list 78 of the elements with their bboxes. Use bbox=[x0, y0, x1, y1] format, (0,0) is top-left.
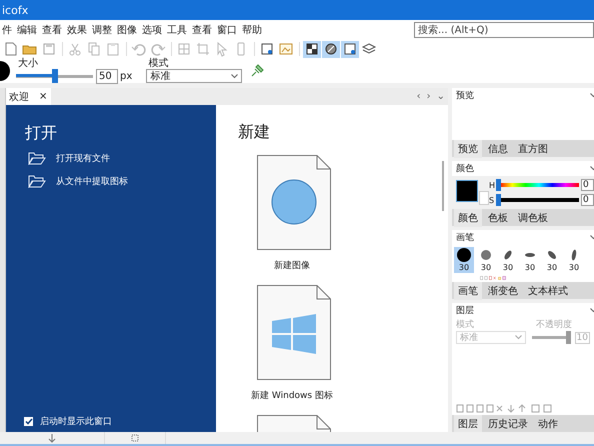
size-label: 大小 bbox=[18, 58, 39, 68]
brush-preset[interactable]: 30 bbox=[476, 247, 496, 273]
window-title: icofx bbox=[2, 4, 28, 16]
panel-title: 图层 bbox=[456, 305, 474, 317]
mode-dropdown[interactable]: 标准 bbox=[146, 69, 242, 83]
close-button[interactable]: × bbox=[39, 91, 48, 102]
panel-tab[interactable]: 颜色 bbox=[454, 208, 482, 226]
nav-button[interactable]: ‹ bbox=[414, 88, 424, 105]
brush-preset[interactable]: 30 bbox=[542, 247, 562, 273]
menu-item[interactable]: 查看 bbox=[40, 23, 64, 37]
scrollbar-thumb[interactable] bbox=[442, 161, 444, 211]
template-label: 新建 Windows 图标 bbox=[251, 390, 333, 402]
menu-item[interactable]: 调整 bbox=[90, 23, 114, 37]
mode-label: 模式 bbox=[456, 318, 475, 331]
open-link[interactable]: 打开现有文件 bbox=[28, 152, 110, 165]
size-field[interactable]: 50 bbox=[96, 68, 118, 84]
frame-icon[interactable] bbox=[341, 40, 359, 58]
panel-tab[interactable]: 预览 bbox=[454, 140, 482, 158]
unit-label: px bbox=[120, 70, 132, 82]
menu-item[interactable]: 效果 bbox=[65, 23, 89, 37]
menu-item[interactable]: 选项 bbox=[140, 23, 164, 37]
slider-thumb[interactable] bbox=[52, 69, 58, 83]
open-link[interactable]: 从文件中提取图标 bbox=[28, 175, 128, 188]
color-swatch[interactable] bbox=[456, 180, 478, 202]
open-heading: 打开 bbox=[25, 123, 58, 144]
document-tab[interactable]: 欢迎 × bbox=[6, 88, 52, 105]
caret-icon bbox=[515, 335, 522, 340]
panel-tab[interactable]: 渐变色 bbox=[484, 282, 522, 300]
brush-tip-icon bbox=[456, 247, 472, 263]
panel-tab[interactable]: 信息 bbox=[484, 140, 512, 158]
menu-item[interactable]: 件 bbox=[0, 23, 14, 37]
menu-item[interactable]: 编辑 bbox=[15, 23, 39, 37]
value-field[interactable]: 0 bbox=[581, 194, 594, 206]
slider-thumb[interactable] bbox=[496, 179, 501, 191]
channel-label: S bbox=[489, 196, 496, 204]
panel-tab[interactable]: 色板 bbox=[484, 208, 512, 226]
background-swatch[interactable] bbox=[479, 190, 489, 204]
panel-tab[interactable]: 调色板 bbox=[514, 208, 552, 226]
brush-preset[interactable]: 30 bbox=[520, 247, 540, 273]
checkbox-label: 启动时显示此窗口 bbox=[40, 416, 112, 428]
template-option[interactable]: 新建 Windows 图标 bbox=[237, 285, 347, 415]
panel-tab[interactable]: 画笔 bbox=[454, 282, 482, 300]
template-label: 新建图像 bbox=[274, 260, 310, 272]
template-option[interactable]: 新建图像 bbox=[237, 155, 347, 285]
menu-item[interactable]: 窗口 bbox=[215, 23, 239, 37]
brush-icon[interactable] bbox=[322, 40, 340, 58]
selection-icon bbox=[131, 434, 139, 442]
slider-thumb[interactable] bbox=[496, 194, 501, 206]
panel-title: 预览 bbox=[456, 90, 474, 102]
panel-title: 颜色 bbox=[456, 162, 474, 175]
panel-tab[interactable]: 文本样式 bbox=[524, 282, 572, 300]
panel-title: 画笔 bbox=[456, 232, 474, 244]
checkbox[interactable] bbox=[24, 417, 33, 426]
menu-item[interactable]: 帮助 bbox=[240, 23, 264, 37]
document-icon bbox=[257, 155, 331, 250]
document-icon bbox=[257, 285, 331, 380]
new-heading: 新建 bbox=[238, 122, 271, 143]
menu-item[interactable]: 工具 bbox=[165, 23, 189, 37]
pin-icon[interactable] bbox=[250, 64, 264, 78]
checker-icon[interactable] bbox=[303, 40, 321, 58]
nav-button[interactable]: ⌄ bbox=[434, 88, 448, 105]
menu-item[interactable]: 查看 bbox=[190, 23, 214, 37]
menu-item[interactable]: 图像 bbox=[115, 23, 139, 37]
brush-preset[interactable]: 30 bbox=[498, 247, 518, 273]
channel-label: H bbox=[489, 180, 496, 190]
crop-icon[interactable] bbox=[194, 40, 212, 58]
opacity-label: 不透明度 bbox=[536, 318, 572, 331]
folder-icon bbox=[28, 152, 46, 165]
brush-preset[interactable]: 30 bbox=[564, 247, 584, 273]
brush-tip-icon bbox=[478, 247, 494, 263]
caret-icon bbox=[231, 74, 238, 78]
panel-tab[interactable]: 直方图 bbox=[514, 140, 552, 158]
value-field[interactable]: 0 bbox=[581, 179, 594, 191]
search-field[interactable]: 搜索... (Alt+Q) bbox=[414, 22, 594, 38]
brush-preset[interactable]: 30 bbox=[454, 247, 474, 273]
mode-label: 模式 bbox=[148, 58, 170, 69]
nav-button[interactable]: › bbox=[424, 88, 434, 105]
folder-icon bbox=[28, 175, 46, 188]
